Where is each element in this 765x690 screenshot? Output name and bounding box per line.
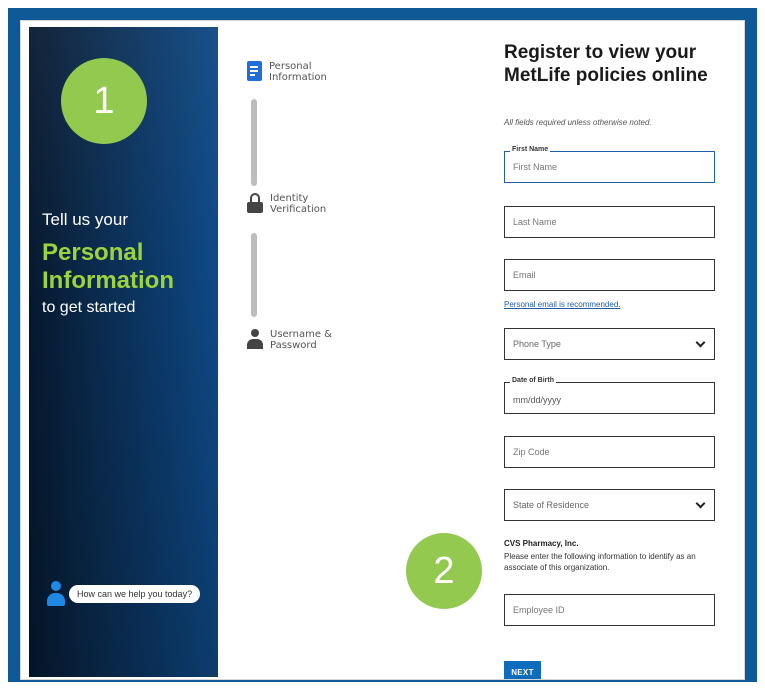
first-name-field[interactable]: First Name (504, 146, 715, 183)
chat-bubble[interactable]: How can we help you today? (69, 585, 201, 603)
last-name-input[interactable] (505, 207, 714, 237)
step-label: Username & Password (270, 329, 332, 351)
email-input[interactable] (505, 260, 714, 290)
date-of-birth-field[interactable]: Date of Birth mm/dd/yyyy (504, 377, 715, 414)
phone-type-select[interactable]: Phone Type (504, 328, 715, 360)
chevron-down-icon (695, 498, 706, 509)
document-icon (247, 61, 262, 81)
chevron-down-icon (695, 337, 706, 348)
state-of-residence-value: State of Residence (513, 500, 590, 510)
employee-id-field[interactable] (504, 594, 715, 626)
email-field[interactable] (504, 259, 715, 291)
hero-line-3: to get started (42, 299, 136, 316)
organization-description: Please enter the following information t… (504, 552, 696, 572)
screenshot-frame: Tell us your Personal Information to get… (8, 8, 757, 682)
hero-highlight-line-1: Personal (42, 239, 144, 266)
date-of-birth-value[interactable]: mm/dd/yyyy (513, 395, 561, 405)
page-container: Tell us your Personal Information to get… (20, 20, 745, 680)
step-personal-information: Personal Information (247, 61, 327, 83)
hero-line-1: Tell us your (42, 210, 128, 229)
hero-highlight-line-2: Information (42, 267, 174, 294)
lock-icon (247, 193, 263, 213)
annotation-badge-2: 2 (406, 533, 482, 609)
hero-highlight: Personal Information (42, 239, 174, 295)
phone-type-value: Phone Type (513, 339, 561, 349)
hero-text: Tell us your Personal Information to get… (42, 210, 174, 317)
step-connector (251, 99, 257, 186)
required-note: All fields required unless otherwise not… (504, 118, 652, 127)
step-label: Identity Verification (270, 193, 327, 215)
first-name-input[interactable] (505, 152, 714, 182)
state-of-residence-select[interactable]: State of Residence (504, 489, 715, 521)
step-label: Personal Information (269, 61, 327, 83)
first-name-label: First Name (510, 146, 551, 153)
step-identity-verification: Identity Verification (247, 193, 326, 215)
chat-widget[interactable]: How can we help you today? (47, 581, 201, 607)
page-title: Register to view your MetLife policies o… (504, 42, 708, 86)
employee-id-input[interactable] (505, 595, 714, 625)
email-helper-link[interactable]: Personal email is recommended. (504, 300, 621, 309)
step-username-password: Username & Password (247, 329, 332, 351)
date-of-birth-label: Date of Birth (510, 377, 556, 384)
last-name-field[interactable] (504, 206, 715, 238)
next-button[interactable]: NEXT (504, 661, 541, 679)
zip-code-field[interactable] (504, 436, 715, 468)
user-icon (247, 329, 263, 349)
step-connector (251, 233, 257, 317)
zip-code-input[interactable] (505, 437, 714, 467)
annotation-badge-1: 1 (61, 58, 147, 144)
chat-avatar-icon (47, 581, 65, 607)
organization-title: CVS Pharmacy, Inc. (504, 539, 579, 548)
